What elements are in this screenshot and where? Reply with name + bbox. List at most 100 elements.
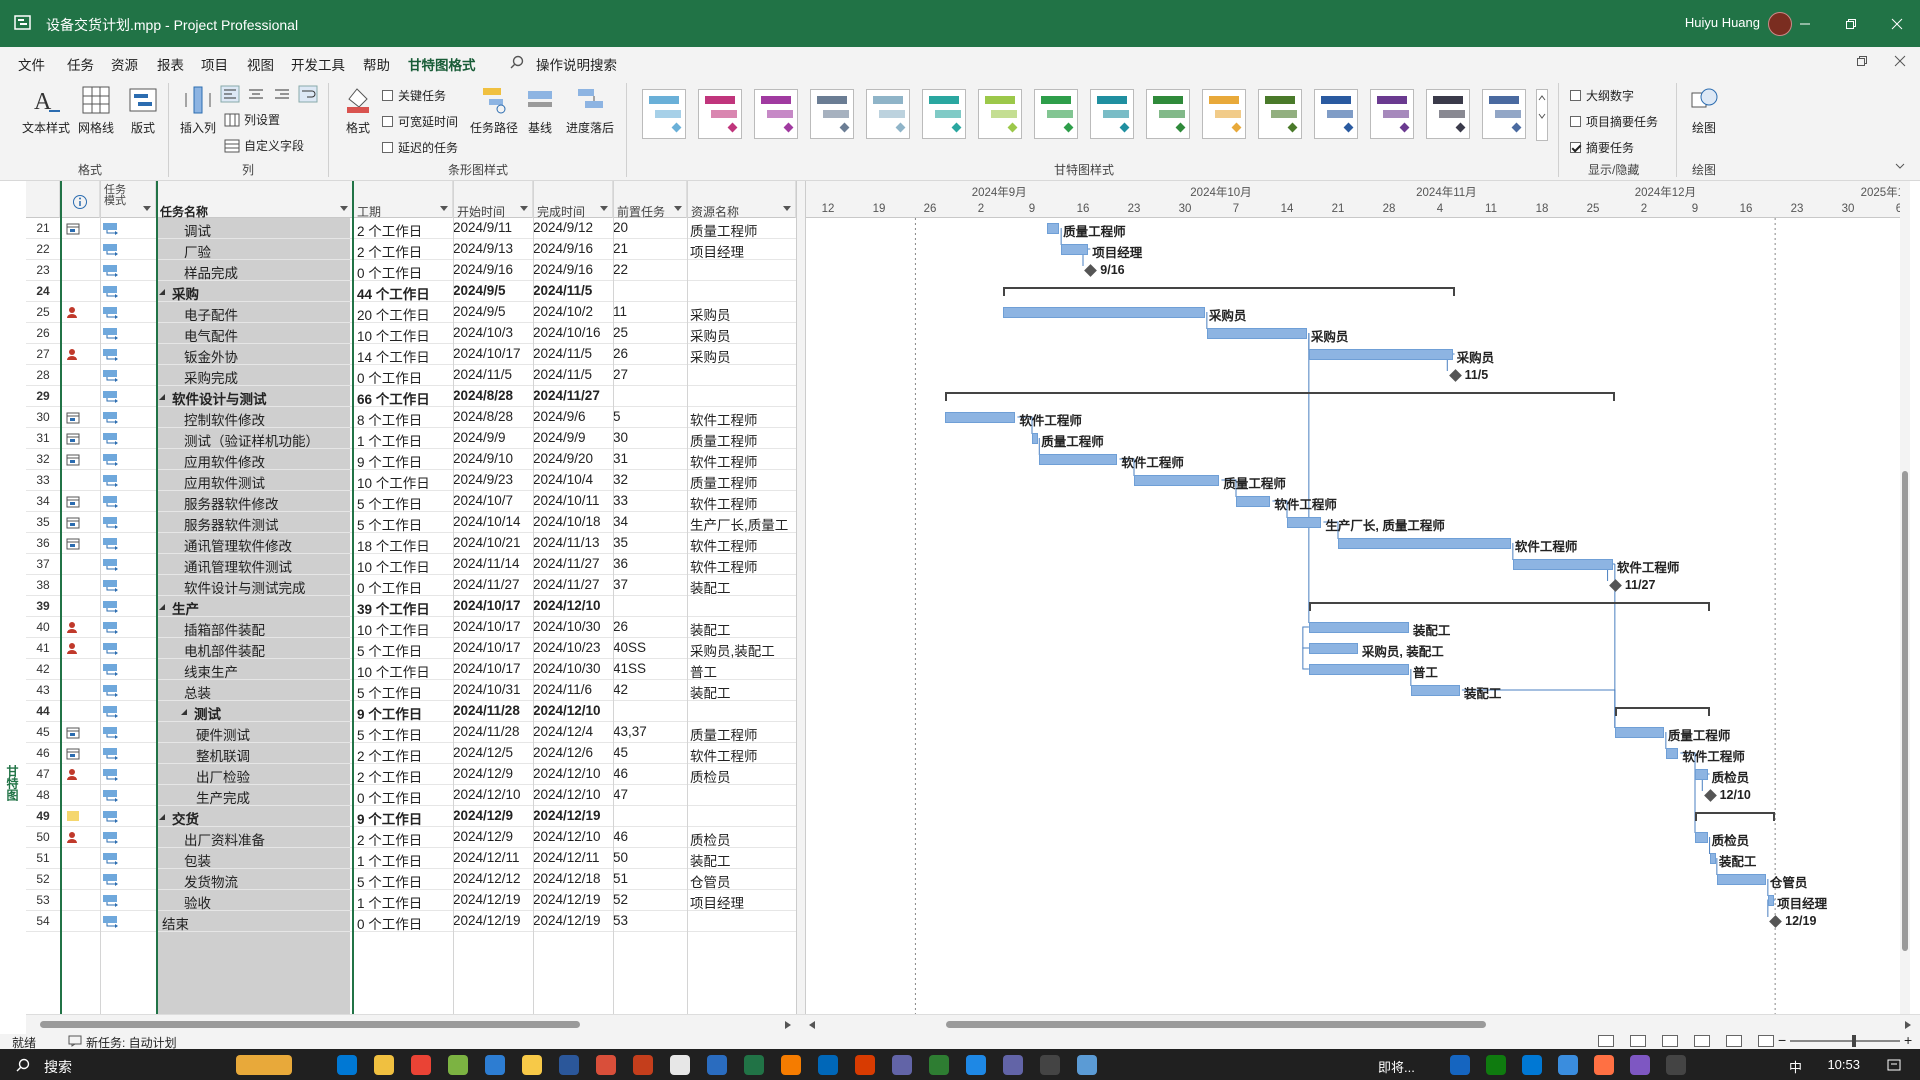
- view-shortcut-button[interactable]: [1694, 1035, 1710, 1047]
- calendar-indicator-icon[interactable]: [66, 432, 80, 445]
- task-bar[interactable]: [1236, 496, 1271, 507]
- row-id[interactable]: 39: [26, 599, 60, 613]
- task-resources[interactable]: 软件工程师: [690, 533, 796, 554]
- task-resources[interactable]: 软件工程师: [690, 743, 796, 764]
- task-name[interactable]: 采购完成: [156, 365, 376, 386]
- gantt-style-swatch[interactable]: [1034, 89, 1078, 139]
- gantt-style-swatch[interactable]: [1146, 89, 1190, 139]
- task-start[interactable]: 2024/10/31: [453, 680, 533, 701]
- row-id[interactable]: 45: [26, 725, 60, 739]
- row-id[interactable]: 24: [26, 284, 60, 298]
- table-row[interactable]: 47 出厂检验 2 个工作日 2024/12/9 2024/12/10 46 质检员: [26, 764, 796, 785]
- taskbar-app-icon[interactable]: [559, 1055, 579, 1075]
- task-name[interactable]: 通讯管理软件测试: [156, 554, 376, 575]
- task-start[interactable]: 2024/12/19: [453, 890, 533, 911]
- tab-task[interactable]: 任务: [67, 54, 94, 74]
- gantt-style-swatch[interactable]: [1202, 89, 1246, 139]
- gantt-style-swatch[interactable]: [1426, 89, 1470, 139]
- task-predecessors[interactable]: 5: [613, 407, 685, 428]
- task-start[interactable]: 2024/10/17: [453, 617, 533, 638]
- taskbar-app-icon[interactable]: [522, 1055, 542, 1075]
- task-name[interactable]: 交货: [156, 806, 376, 827]
- task-name[interactable]: 厂验: [156, 239, 376, 260]
- task-duration[interactable]: 9 个工作日: [357, 449, 455, 470]
- task-name[interactable]: 生产: [156, 596, 376, 617]
- taskbar-app-icon[interactable]: [707, 1055, 727, 1075]
- task-path-button[interactable]: 任务路径: [468, 85, 520, 136]
- task-start[interactable]: 2024/12/9: [453, 764, 533, 785]
- calendar-indicator-icon[interactable]: [66, 516, 80, 529]
- task-duration[interactable]: 8 个工作日: [357, 407, 455, 428]
- header-task-name[interactable]: 任务名称: [156, 181, 353, 219]
- task-name[interactable]: 发货物流: [156, 869, 376, 890]
- summary-bar[interactable]: [1695, 812, 1776, 821]
- task-resources[interactable]: [690, 596, 796, 617]
- task-duration[interactable]: 10 个工作日: [357, 323, 455, 344]
- task-start[interactable]: 2024/10/17: [453, 344, 533, 365]
- zoom-slider-thumb[interactable]: [1852, 1035, 1856, 1047]
- task-resources[interactable]: 软件工程师: [690, 554, 796, 575]
- table-row[interactable]: 50 出厂资料准备 2 个工作日 2024/12/9 2024/12/10 46 质检员: [26, 827, 796, 848]
- task-resources[interactable]: 装配工: [690, 848, 796, 869]
- task-resources[interactable]: [690, 806, 796, 827]
- taskbar-app-icon[interactable]: [744, 1055, 764, 1075]
- task-start[interactable]: 2024/12/9: [453, 806, 533, 827]
- task-duration[interactable]: 1 个工作日: [357, 890, 455, 911]
- ime-indicator[interactable]: 中: [1789, 1057, 1802, 1076]
- task-finish[interactable]: 2024/12/11: [533, 848, 613, 869]
- task-finish[interactable]: 2024/12/6: [533, 743, 613, 764]
- row-id[interactable]: 31: [26, 431, 60, 445]
- resource-indicator-icon[interactable]: [66, 348, 78, 360]
- close-document-icon[interactable]: [1894, 55, 1906, 67]
- task-duration[interactable]: 10 个工作日: [357, 470, 455, 491]
- task-duration[interactable]: 0 个工作日: [357, 365, 455, 386]
- task-finish[interactable]: 2024/10/2: [533, 302, 613, 323]
- task-name[interactable]: 调试: [156, 218, 376, 239]
- table-row[interactable]: 21 调试 2 个工作日 2024/9/11 2024/9/12 20 质量工程师: [26, 218, 796, 239]
- task-predecessors[interactable]: 52: [613, 890, 685, 911]
- task-resources[interactable]: 质量工程师: [690, 470, 796, 491]
- task-name[interactable]: 生产完成: [156, 785, 376, 806]
- row-id[interactable]: 34: [26, 494, 60, 508]
- header-duration[interactable]: 工期: [353, 181, 453, 219]
- task-duration[interactable]: 9 个工作日: [357, 806, 455, 827]
- view-shortcut-button[interactable]: [1662, 1035, 1678, 1047]
- view-bar[interactable]: 甘特图: [0, 181, 26, 1021]
- task-name[interactable]: 应用软件修改: [156, 449, 376, 470]
- table-row[interactable]: 28 采购完成 0 个工作日 2024/11/5 2024/11/5 27: [26, 365, 796, 386]
- gridlines-button[interactable]: 网格线: [76, 85, 116, 136]
- row-id[interactable]: 51: [26, 851, 60, 865]
- task-predecessors[interactable]: [613, 281, 685, 302]
- task-name[interactable]: 服务器软件测试: [156, 512, 376, 533]
- project-summary-checkbox[interactable]: 项目摘要任务: [1570, 113, 1658, 130]
- calendar-indicator-icon[interactable]: [66, 495, 80, 508]
- task-resources[interactable]: 质量工程师: [690, 722, 796, 743]
- gantt-hscroll-thumb[interactable]: [946, 1021, 1486, 1028]
- task-bar[interactable]: [1665, 748, 1679, 759]
- task-resources[interactable]: 采购员: [690, 302, 796, 323]
- task-duration[interactable]: 2 个工作日: [357, 764, 455, 785]
- table-row[interactable]: 33 应用软件测试 10 个工作日 2024/9/23 2024/10/4 32 质量工程师: [26, 470, 796, 491]
- resource-indicator-icon[interactable]: [66, 831, 78, 843]
- task-resources[interactable]: 质量工程师: [690, 428, 796, 449]
- tab-report[interactable]: 报表: [157, 54, 184, 74]
- task-resources[interactable]: 质检员: [690, 764, 796, 785]
- task-name[interactable]: 验收: [156, 890, 376, 911]
- row-id[interactable]: 52: [26, 872, 60, 886]
- column-settings-button[interactable]: 列设置: [224, 111, 280, 128]
- task-finish[interactable]: 2024/10/30: [533, 659, 613, 680]
- gantt-vscroll[interactable]: [1900, 181, 1910, 1014]
- tab-file[interactable]: 文件: [18, 54, 45, 74]
- header-start[interactable]: 开始时间: [453, 181, 533, 219]
- task-start[interactable]: 2024/10/17: [453, 638, 533, 659]
- task-predecessors[interactable]: 45: [613, 743, 685, 764]
- taskbar-app-icon[interactable]: [1003, 1055, 1023, 1075]
- user-name[interactable]: Huiyu Huang: [1685, 15, 1760, 30]
- task-duration[interactable]: 2 个工作日: [357, 218, 455, 239]
- task-duration[interactable]: 2 个工作日: [357, 827, 455, 848]
- task-predecessors[interactable]: 30: [613, 428, 685, 449]
- row-id[interactable]: 27: [26, 347, 60, 361]
- table-row[interactable]: 51 包装 1 个工作日 2024/12/11 2024/12/11 50 装配工: [26, 848, 796, 869]
- tab-resource[interactable]: 资源: [111, 54, 138, 74]
- task-duration[interactable]: 5 个工作日: [357, 680, 455, 701]
